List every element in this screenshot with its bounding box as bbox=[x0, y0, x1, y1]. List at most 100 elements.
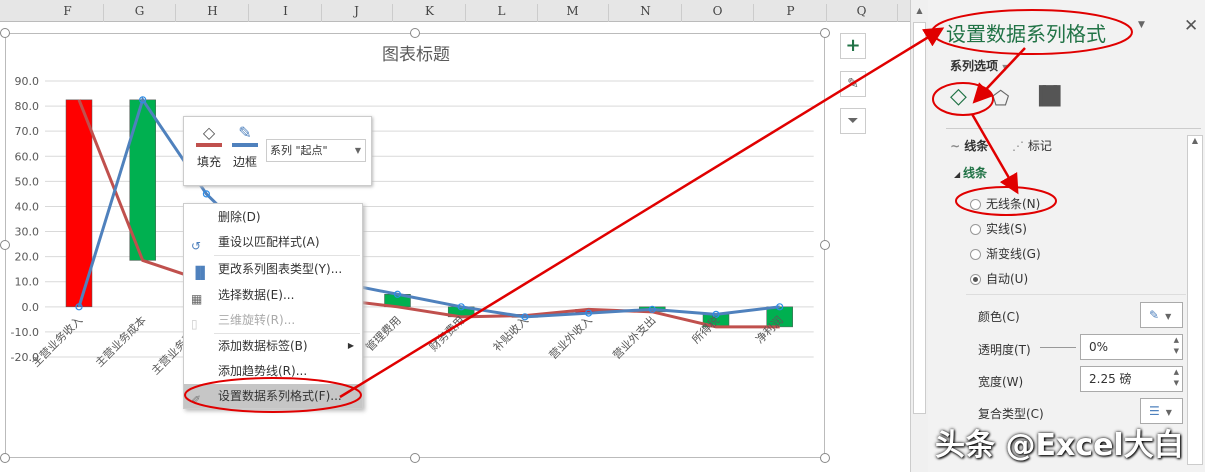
column-header[interactable]: M bbox=[537, 4, 609, 22]
transparency-input[interactable]: 0% ▲ ▼ bbox=[1080, 334, 1183, 360]
column-header[interactable]: I bbox=[250, 4, 322, 22]
radio-gradient-line[interactable]: 渐变线(G) bbox=[970, 245, 1041, 262]
column-header[interactable]: N bbox=[610, 4, 682, 22]
resize-handle[interactable] bbox=[0, 28, 10, 38]
fill-color-swatch bbox=[196, 143, 222, 147]
resize-handle[interactable] bbox=[410, 28, 420, 38]
chart-plot[interactable]: 图表标题 90.0 80.0 70.0 60.0 50.0 40.0 30.0 20.0 10.… bbox=[6, 34, 826, 459]
pane-options-chevron-icon[interactable]: ▼ bbox=[1138, 20, 1145, 30]
resize-handle[interactable] bbox=[820, 453, 830, 463]
line-icon: ∼ bbox=[950, 139, 965, 153]
close-icon[interactable]: ✕ bbox=[1184, 16, 1198, 36]
resize-handle[interactable] bbox=[0, 453, 10, 463]
chart-filters-button[interactable]: ⏷ bbox=[840, 108, 866, 134]
tab-line-label: 线条 bbox=[964, 139, 989, 153]
menu-label: 添加趋势线(R)... bbox=[218, 364, 308, 378]
effects-tab-icon[interactable]: ⬠ bbox=[992, 86, 1009, 110]
sheet-vertical-scrollbar[interactable]: ▲ bbox=[910, 0, 928, 472]
radio-button[interactable] bbox=[970, 249, 981, 260]
watermark: 头条 @Excel大白 bbox=[935, 428, 1184, 463]
resize-handle[interactable] bbox=[0, 240, 10, 250]
radio-solid-line[interactable]: 实线(S) bbox=[970, 220, 1027, 237]
border-button[interactable]: ✎ 边框 bbox=[230, 123, 260, 170]
column-header[interactable]: J bbox=[321, 4, 393, 22]
mini-toolbar: ◇ 填充 ✎ 边框 系列 "起点" ▼ bbox=[183, 116, 372, 186]
column-header-row: F G H I J K L M N O P Q bbox=[0, 0, 910, 22]
pane-scrollbar[interactable]: ▲ bbox=[1187, 135, 1203, 465]
color-label: 颜色(C) bbox=[978, 310, 1020, 324]
color-picker-button[interactable]: ✎ ▼ bbox=[1140, 302, 1183, 328]
scrollbar-thumb[interactable] bbox=[913, 22, 926, 414]
column-header[interactable]: K bbox=[394, 4, 466, 22]
radio-automatic[interactable]: 自动(U) bbox=[970, 270, 1028, 287]
fill-button[interactable]: ◇ 填充 bbox=[194, 123, 224, 170]
column-header[interactable]: P bbox=[755, 4, 827, 22]
chart-styles-button[interactable]: ✎ bbox=[840, 71, 866, 97]
y-tick-label: 30.0 bbox=[15, 226, 40, 239]
radio-label: 实线(S) bbox=[986, 222, 1027, 236]
menu-label: 重设以匹配样式(A) bbox=[218, 235, 320, 249]
series-select[interactable]: 系列 "起点" ▼ bbox=[266, 139, 366, 162]
x-tick-label: 主营业务成本 bbox=[92, 313, 149, 370]
column-header[interactable]: Q bbox=[826, 4, 898, 22]
y-tick-label: -10.0 bbox=[11, 326, 39, 339]
tab-marker-label: 标记 bbox=[1027, 139, 1052, 153]
column-header[interactable]: L bbox=[466, 4, 538, 22]
chart-elements-button[interactable]: + bbox=[840, 33, 866, 59]
y-tick-label: 50.0 bbox=[15, 175, 40, 188]
series-options-dropdown[interactable]: 系列选项 ▼ bbox=[950, 57, 1008, 74]
tab-marker[interactable]: ⋰ 标记 bbox=[1012, 137, 1052, 154]
radio-button[interactable] bbox=[970, 274, 981, 285]
marker-line-icon: ⋰ bbox=[1012, 139, 1028, 153]
resize-handle[interactable] bbox=[410, 453, 420, 463]
menu-label: 选择数据(E)... bbox=[218, 288, 295, 302]
chart-area[interactable]: 图表标题 90.0 80.0 70.0 60.0 50.0 40.0 30.0 20.0 10.… bbox=[5, 33, 825, 458]
fill-line-tab-icon[interactable]: ◇ bbox=[950, 84, 967, 109]
menu-item-add-data-labels[interactable]: 添加数据标签(B) ▶ bbox=[184, 334, 362, 358]
spinner-icon[interactable]: ▲ ▼ bbox=[1174, 335, 1179, 357]
column-header[interactable]: O bbox=[682, 4, 754, 22]
column-header[interactable]: H bbox=[177, 4, 249, 22]
scroll-up-icon[interactable]: ▲ bbox=[1188, 136, 1202, 145]
tab-line[interactable]: ∼ 线条 bbox=[950, 137, 988, 154]
resize-handle[interactable] bbox=[820, 28, 830, 38]
x-tick-label: 管理费用 bbox=[363, 313, 404, 354]
y-tick-label: 20.0 bbox=[15, 251, 40, 264]
section-label: 线条 bbox=[962, 166, 987, 180]
divider bbox=[214, 255, 360, 256]
radio-button[interactable] bbox=[970, 199, 981, 210]
radio-label: 自动(U) bbox=[986, 272, 1029, 286]
spinner-icon[interactable]: ▲ ▼ bbox=[1174, 367, 1179, 389]
line-section-header[interactable]: ◢ 线条 bbox=[954, 164, 987, 181]
menu-item-change-chart-type[interactable]: ▐▌ 更改系列图表类型(Y)... bbox=[184, 257, 362, 281]
collapse-triangle-icon: ◢ bbox=[954, 170, 963, 179]
width-label: 宽度(W) bbox=[978, 375, 1024, 389]
column-header[interactable]: G bbox=[104, 4, 176, 22]
menu-item-delete[interactable]: 删除(D) bbox=[184, 205, 362, 229]
transparency-slider[interactable] bbox=[1040, 347, 1076, 348]
radio-label: 无线条(N) bbox=[986, 197, 1041, 211]
reset-icon: ↺ bbox=[191, 239, 202, 253]
table-icon: ▦ bbox=[191, 292, 203, 306]
pen-icon: ✎ bbox=[238, 123, 252, 142]
resize-handle[interactable] bbox=[820, 240, 830, 250]
scroll-up-icon[interactable]: ▲ bbox=[911, 6, 928, 15]
y-tick-label: 10.0 bbox=[15, 276, 40, 289]
menu-item-add-trendline[interactable]: 添加趋势线(R)... bbox=[184, 359, 362, 383]
menu-item-reset-style[interactable]: ↺ 重设以匹配样式(A) bbox=[184, 230, 362, 254]
menu-label: 更改系列图表类型(Y)... bbox=[218, 262, 343, 276]
radio-button[interactable] bbox=[970, 224, 981, 235]
column-header[interactable]: F bbox=[32, 4, 104, 22]
x-tick-label: 补贴收入 bbox=[490, 313, 531, 354]
y-tick-label: 40.0 bbox=[15, 200, 40, 213]
radio-no-line[interactable]: 无线条(N) bbox=[970, 195, 1040, 212]
pen-icon: ✎ bbox=[1149, 308, 1160, 322]
series-options-tab-icon[interactable]: ▐█▌ bbox=[1032, 86, 1067, 107]
y-tick-label: 0.0 bbox=[22, 301, 40, 314]
width-input[interactable]: 2.25 磅 ▲ ▼ bbox=[1080, 366, 1183, 392]
menu-item-format-data-series[interactable]: ✐ 设置数据系列格式(F)... bbox=[184, 384, 362, 408]
context-menu: 删除(D) ↺ 重设以匹配样式(A) ▐▌ 更改系列图表类型(Y)... ▦ 选择数据… bbox=[183, 203, 363, 409]
menu-item-select-data[interactable]: ▦ 选择数据(E)... bbox=[184, 283, 362, 307]
chart-title[interactable]: 图表标题 bbox=[382, 45, 450, 65]
divider bbox=[966, 294, 1186, 295]
